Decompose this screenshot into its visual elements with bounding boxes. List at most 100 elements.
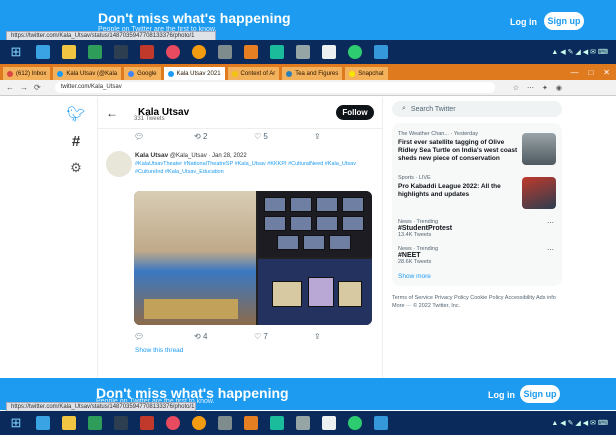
tab-label: Kala Utsav (@Kala <box>66 70 118 77</box>
like-count: 5 <box>263 131 268 141</box>
video-tile <box>264 216 286 231</box>
retweet-count: 2 <box>202 131 208 141</box>
windows-start-icon[interactable]: ⊞ <box>8 44 24 60</box>
browser-tab[interactable]: Context of Ar <box>227 67 280 80</box>
trend-item[interactable]: News · Trending #NEET 28.6K Tweets ⋯ <box>398 242 556 269</box>
browser-tab[interactable]: Google <box>124 67 161 80</box>
browser-tab-active[interactable]: Kala Utsav 2021 <box>163 67 225 80</box>
word-icon[interactable] <box>322 45 336 59</box>
extension-icons[interactable]: ☆⋯✦◉ <box>513 84 570 92</box>
browser-tab[interactable]: (612) Inbox <box>3 67 51 80</box>
login-link[interactable]: Log in <box>510 17 537 27</box>
trend-item[interactable]: News · Trending #StudentProtest 13.4K Tw… <box>398 215 556 242</box>
file-explorer-icon[interactable] <box>62 45 76 59</box>
tab-label: Google <box>137 70 157 77</box>
login-link[interactable]: Log in <box>488 390 515 400</box>
photos-icon[interactable] <box>140 45 154 59</box>
more-options-icon[interactable]: ⋯ <box>547 246 554 254</box>
more-options-icon[interactable]: ⋯ <box>547 219 554 227</box>
opera-icon[interactable] <box>166 416 180 430</box>
store-icon[interactable] <box>88 416 102 430</box>
whats-happening-panel: The Weather Chan... · Yesterday First ev… <box>392 123 562 286</box>
snipping-icon[interactable] <box>296 416 310 430</box>
paint-icon[interactable] <box>270 45 284 59</box>
nav-buttons[interactable]: ←→⟳ <box>6 83 47 92</box>
notepad-icon[interactable] <box>218 45 232 59</box>
signup-button[interactable]: Sign up <box>520 385 560 403</box>
back-arrow-icon[interactable]: ← <box>106 106 118 120</box>
photos-icon[interactable] <box>140 416 154 430</box>
store-icon[interactable] <box>88 45 102 59</box>
right-sidebar: ⌕ Search Twitter The Weather Chan... · Y… <box>392 101 562 310</box>
news-item[interactable]: Sports · LIVE Pro Kabaddi League 2022: A… <box>398 171 556 215</box>
system-tray[interactable]: ▲ ◀ ✎ ◢ ◀ ✉ ⌨ <box>551 48 608 56</box>
close-window-button[interactable]: ✕ <box>603 68 610 77</box>
avatar[interactable] <box>106 151 132 177</box>
news-thumbnail <box>522 133 556 165</box>
file-explorer-icon[interactable] <box>62 416 76 430</box>
chrome-icon[interactable] <box>348 416 362 430</box>
firefox-icon[interactable] <box>192 416 206 430</box>
firefox-icon[interactable] <box>192 45 206 59</box>
like-count: 7 <box>263 331 268 341</box>
search-icon: ⌕ <box>402 105 406 112</box>
browser-tab[interactable]: Tea and Figures <box>282 67 343 80</box>
photos-app-icon[interactable] <box>374 416 388 430</box>
tweet-photo-grid[interactable] <box>134 191 372 325</box>
edge-icon[interactable] <box>36 416 50 430</box>
reply-icon[interactable]: 💬︎ <box>134 132 194 141</box>
show-more-link[interactable]: Show more <box>398 269 556 280</box>
tab-label: Kala Utsav 2021 <box>176 70 221 77</box>
minimize-button[interactable]: — <box>570 68 578 77</box>
retweet-icon[interactable]: ⟲ 2 <box>194 132 254 141</box>
settings-gear-icon[interactable]: ⚙ <box>66 160 86 176</box>
opera-icon[interactable] <box>166 45 180 59</box>
browser-tab[interactable]: Kala Utsav (@Kala <box>53 67 122 80</box>
twitter-bird-icon[interactable]: 🐦︎ <box>66 105 86 123</box>
trend-count: 13.4K Tweets <box>398 232 432 238</box>
stage-event-photo[interactable] <box>258 259 372 325</box>
browser-tab[interactable]: Snapchat <box>345 67 388 80</box>
system-tray[interactable]: ▲ ◀ ✎ ◢ ◀ ✉ ⌨ <box>551 419 608 427</box>
explore-hash-icon[interactable]: # <box>66 133 86 150</box>
tweet-hashtags[interactable]: #KalaUtsavTheater #NationalTheatreSP #Ka… <box>135 160 365 176</box>
chrome-icon[interactable] <box>348 45 362 59</box>
meeting-room-photo[interactable] <box>134 191 256 325</box>
edge-icon[interactable] <box>36 45 50 59</box>
share-icon[interactable]: ⇪ <box>314 132 374 141</box>
search-input[interactable]: ⌕ Search Twitter <box>392 101 562 117</box>
address-bar[interactable]: twitter.com/Kala_Utsav <box>54 82 495 93</box>
camera-icon[interactable] <box>114 45 128 59</box>
video-tile <box>303 235 325 250</box>
reply-icon[interactable]: 💬︎ <box>134 332 194 341</box>
news-item[interactable]: The Weather Chan... · Yesterday First ev… <box>398 127 556 171</box>
timeline-column: ← Kala Utsav 331 Tweets Follow 💬︎ ⟲ 2 ♡ … <box>97 97 383 378</box>
google-icon <box>128 70 135 77</box>
doc-icon <box>231 70 238 77</box>
like-icon[interactable]: ♡ 7 <box>254 332 314 341</box>
snipping-icon[interactable] <box>296 45 310 59</box>
performer-figure <box>272 281 302 307</box>
paint-icon[interactable] <box>270 416 284 430</box>
like-icon[interactable]: ♡ 5 <box>254 132 314 141</box>
video-call-photo[interactable] <box>258 191 372 257</box>
vlc-icon[interactable] <box>244 416 258 430</box>
retweet-icon[interactable]: ⟲ 4 <box>194 332 254 341</box>
signup-button[interactable]: Sign up <box>544 12 584 30</box>
vlc-icon[interactable] <box>244 45 258 59</box>
photos-app-icon[interactable] <box>374 45 388 59</box>
windows-start-icon[interactable]: ⊞ <box>8 415 24 431</box>
word-icon[interactable] <box>322 416 336 430</box>
camera-icon[interactable] <box>114 416 128 430</box>
show-thread-link[interactable]: Show this thread <box>135 347 183 354</box>
news-thumbnail <box>522 177 556 209</box>
notepad-icon[interactable] <box>218 416 232 430</box>
tweet-author: Kala Utsav <box>135 152 169 159</box>
footer-links[interactable]: Terms of Service Privacy Policy Cookie P… <box>392 294 562 310</box>
doc-icon <box>286 70 293 77</box>
follow-button[interactable]: Follow <box>336 105 374 120</box>
tweet-meta: Kala Utsav @Kala_Utsav · Jan 28, 2022 <box>135 152 247 159</box>
trend-count: 28.6K Tweets <box>398 259 432 265</box>
share-icon[interactable]: ⇪ <box>314 332 374 341</box>
maximize-button[interactable]: □ <box>588 68 593 77</box>
